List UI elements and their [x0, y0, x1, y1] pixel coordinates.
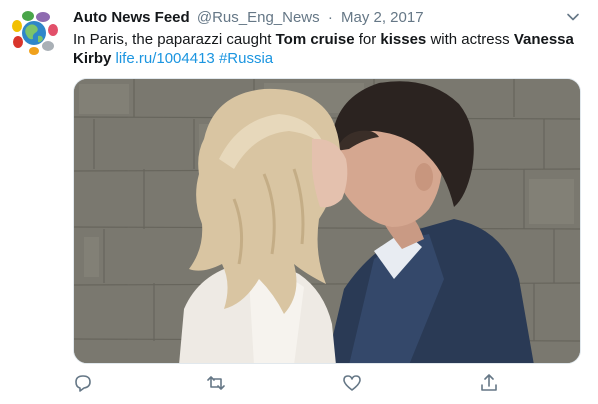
heart-icon[interactable]: [341, 372, 363, 394]
author-handle[interactable]: @Rus_Eng_News: [197, 9, 320, 26]
tweet-header: Auto News Feed @Rus_Eng_News · May 2, 20…: [73, 9, 424, 27]
text-part: In Paris, the paparazzi caught: [73, 31, 276, 48]
colorful-globe-logo-icon: [12, 11, 58, 55]
text-part: for: [354, 31, 381, 48]
tweet-date[interactable]: May 2, 2017: [341, 9, 424, 26]
share-icon[interactable]: [478, 372, 500, 394]
text-part: with actress: [426, 31, 514, 48]
tweet-card[interactable]: Auto News Feed @Rus_Eng_News · May 2, 20…: [0, 0, 598, 404]
tweet-actions: [0, 372, 598, 396]
retweet-icon[interactable]: [205, 372, 227, 394]
text-bold-part: kisses: [380, 31, 427, 48]
tweet-text: In Paris, the paparazzi caught Tom cruis…: [73, 30, 583, 68]
tweet-photo[interactable]: [73, 78, 581, 364]
separator-dot: ·: [327, 9, 333, 26]
tweet-link[interactable]: life.ru/1004413: [116, 50, 215, 67]
hashtag-link[interactable]: #Russia: [219, 50, 273, 67]
chevron-down-icon[interactable]: [566, 10, 580, 24]
photo-image: [74, 79, 580, 363]
text-bold-part: Tom cruise: [275, 31, 355, 48]
avatar[interactable]: [10, 8, 60, 58]
reply-icon[interactable]: [72, 372, 94, 394]
author-name[interactable]: Auto News Feed: [73, 9, 190, 26]
